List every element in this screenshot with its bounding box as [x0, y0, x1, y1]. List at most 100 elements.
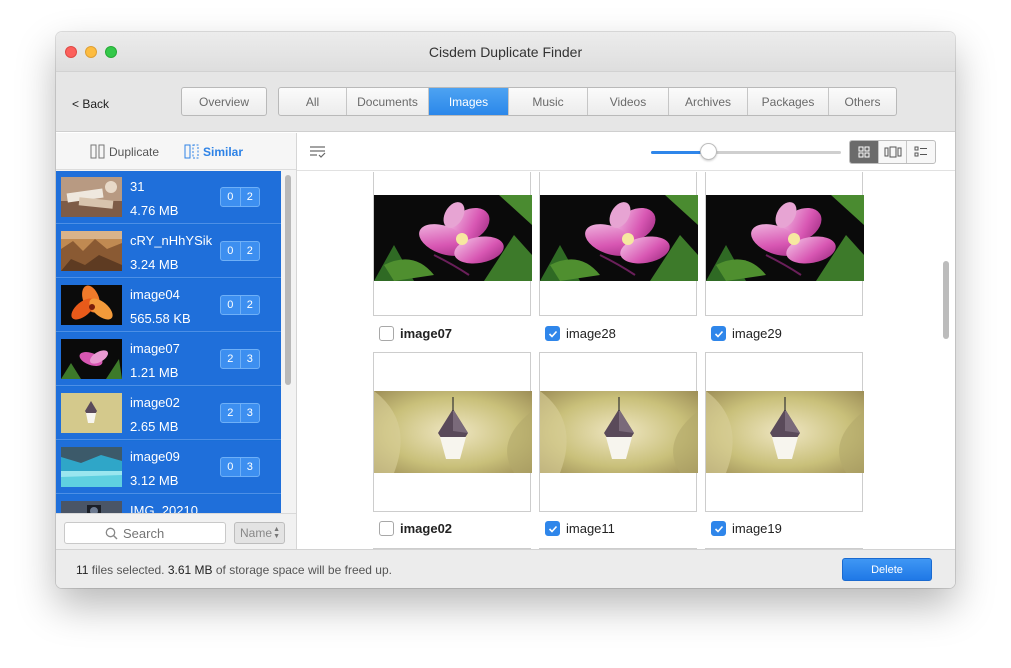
- tab-music[interactable]: Music: [509, 88, 588, 115]
- total-count: 3: [246, 407, 253, 419]
- similar-icon: [184, 144, 199, 159]
- item-size: 3.12 MB: [130, 473, 179, 488]
- total-count: 2: [246, 191, 253, 203]
- list-item[interactable]: image04 565.58 KB 02: [56, 279, 281, 332]
- search-icon: [105, 527, 118, 540]
- slider-knob[interactable]: [699, 143, 717, 160]
- duplicate-mode-button[interactable]: Duplicate: [90, 144, 159, 160]
- delete-button[interactable]: Delete: [842, 558, 932, 581]
- files-count: 11: [76, 563, 89, 577]
- search-bar: Name ▲▼: [56, 513, 296, 549]
- file-checkbox[interactable]: [711, 521, 726, 536]
- list-view-icon: [914, 146, 928, 157]
- list-item[interactable]: image09 3.12 MB 03: [56, 441, 281, 494]
- image-cell[interactable]: [373, 172, 531, 316]
- count-badge: 02: [220, 295, 260, 315]
- list-item[interactable]: 31 4.76 MB 02: [56, 171, 281, 224]
- list-view-button[interactable]: [907, 141, 935, 163]
- image-cell[interactable]: [373, 352, 531, 512]
- total-count: 2: [246, 245, 253, 257]
- duplicate-icon: [90, 144, 105, 159]
- item-size: 2.65 MB: [130, 419, 179, 434]
- books-thumb: [61, 177, 122, 217]
- item-name: cRY_nHhYSik: [130, 233, 213, 248]
- selected-count: 0: [221, 296, 241, 314]
- sort-label: Name: [240, 526, 273, 540]
- freed-size: 3.61 MB: [167, 563, 213, 577]
- view-mode-switch: [849, 140, 936, 164]
- count-badge: 02: [220, 187, 260, 207]
- image-grid: image07 image28 image29 image02 image11: [297, 172, 939, 549]
- tab-others[interactable]: Others: [829, 88, 896, 115]
- thumbnail-size-slider[interactable]: [651, 143, 841, 160]
- status-text: 11 files selected. 3.61 MB of storage sp…: [76, 563, 392, 577]
- file-name: image02: [400, 521, 453, 536]
- orchid-image: [540, 195, 698, 281]
- mode-switch: Duplicate Similar: [56, 133, 296, 170]
- file-checkbox[interactable]: [545, 521, 560, 536]
- item-name: image07: [130, 341, 180, 356]
- list-item[interactable]: image02 2.65 MB 23: [56, 387, 281, 440]
- image-cell[interactable]: [539, 172, 697, 316]
- image-cell[interactable]: [705, 352, 863, 512]
- item-size: 1.21 MB: [130, 365, 179, 380]
- orchid-image: [706, 195, 864, 281]
- selected-count: 2: [221, 350, 241, 368]
- duplicate-mode-label: Duplicate: [109, 145, 160, 159]
- checkmark-icon: [714, 330, 723, 338]
- similar-mode-button[interactable]: Similar: [184, 144, 243, 160]
- item-name: image09: [130, 449, 180, 464]
- item-size: 3.24 MB: [130, 257, 179, 272]
- size-text: of storage space will be freed up.: [212, 563, 392, 577]
- orchid-image: [374, 195, 532, 281]
- tab-videos[interactable]: Videos: [588, 88, 669, 115]
- count-badge: 02: [220, 241, 260, 261]
- canyon-thumb: [61, 231, 122, 271]
- image-cell[interactable]: [705, 172, 863, 316]
- count-badge: 03: [220, 457, 260, 477]
- sidebar: Duplicate Similar 31 4.76 MB 02 cRY_nHhY…: [56, 133, 297, 549]
- group-list: 31 4.76 MB 02 cRY_nHhYSik 3.24 MB 02 ima…: [56, 171, 281, 513]
- file-checkbox[interactable]: [711, 326, 726, 341]
- app-window: Cisdem Duplicate Finder < Back Overview …: [56, 32, 955, 588]
- checkmark-icon: [548, 525, 557, 533]
- grid-scrollbar[interactable]: [943, 261, 949, 339]
- list-item[interactable]: cRY_nHhYSik 3.24 MB 02: [56, 225, 281, 278]
- camera-thumb: [61, 501, 122, 513]
- file-caption: image19: [711, 521, 782, 536]
- image-cell[interactable]: [539, 352, 697, 512]
- updown-arrows-icon: ▲ ▼: [273, 526, 280, 540]
- item-size: 4.76 MB: [130, 203, 179, 218]
- list-item[interactable]: IMG_20210: [56, 495, 281, 513]
- search-input[interactable]: [123, 525, 223, 541]
- file-name: image11: [566, 521, 615, 536]
- category-toolbar: < Back Overview All Documents Images Mus…: [56, 72, 955, 132]
- file-checkbox[interactable]: [379, 521, 394, 536]
- filmstrip-view-button[interactable]: [879, 141, 908, 163]
- item-size: 565.58 KB: [130, 311, 191, 326]
- tab-packages[interactable]: Packages: [748, 88, 829, 115]
- tab-all[interactable]: All: [279, 88, 347, 115]
- overview-button[interactable]: Overview: [181, 87, 267, 116]
- orchid-thumb: [61, 339, 122, 379]
- count-badge: 23: [220, 403, 260, 423]
- back-button[interactable]: < Back: [72, 97, 109, 111]
- count-badge: 23: [220, 349, 260, 369]
- content-area: image07 image28 image29 image02 image11: [297, 133, 955, 549]
- tab-documents[interactable]: Documents: [347, 88, 429, 115]
- tab-archives[interactable]: Archives: [669, 88, 748, 115]
- item-name: 31: [130, 179, 145, 194]
- sort-select[interactable]: Name ▲ ▼: [234, 522, 285, 544]
- tab-images[interactable]: Images: [429, 88, 509, 115]
- list-item[interactable]: image07 1.21 MB 23: [56, 333, 281, 386]
- file-checkbox[interactable]: [545, 326, 560, 341]
- lily-thumb: [61, 285, 122, 325]
- file-checkbox[interactable]: [379, 326, 394, 341]
- sidebar-scrollbar[interactable]: [285, 175, 291, 385]
- checkmark-icon: [548, 330, 557, 338]
- select-list-icon[interactable]: [309, 145, 326, 159]
- window-title: Cisdem Duplicate Finder: [428, 44, 583, 60]
- selected-count: 0: [221, 242, 241, 260]
- similar-mode-label: Similar: [203, 145, 244, 159]
- grid-view-button[interactable]: [850, 141, 879, 163]
